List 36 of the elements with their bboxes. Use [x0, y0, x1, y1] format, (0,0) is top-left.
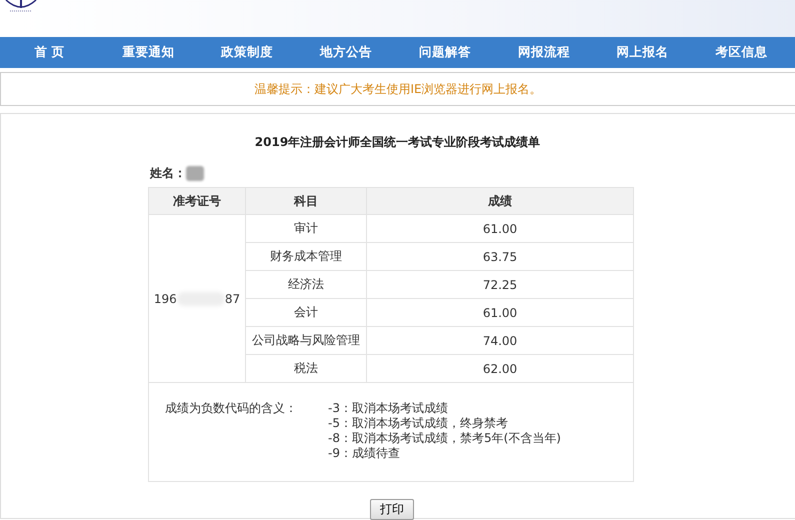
logo-icon: [4, 0, 38, 14]
score-cell: 61.00: [366, 214, 634, 242]
subject-cell: 审计: [246, 214, 366, 242]
subject-cell: 财务成本管理: [246, 242, 366, 270]
nav-link[interactable]: 政策制度: [198, 37, 297, 68]
name-label: 姓名：: [150, 164, 186, 182]
code-meaning: -8：取消本场考试成绩，禁考5年(不含当年): [328, 431, 561, 446]
subject-cell: 会计: [246, 298, 366, 326]
subject-cell: 税法: [246, 354, 366, 382]
id-number: 87: [224, 292, 240, 306]
nav-link[interactable]: 网上报名: [593, 37, 692, 68]
nav-link[interactable]: 考区信息: [692, 37, 791, 68]
subject-cell: 经济法: [246, 270, 366, 298]
nav-link[interactable]: 问题解答: [396, 37, 494, 68]
code-meaning: -5：取消本场考试成绩，终身禁考: [328, 416, 509, 431]
score-cell: 74.00: [366, 326, 634, 354]
notice-text: 温馨提示：建议广大考生使用IE浏览器进行网上报名。: [254, 80, 542, 98]
column-header: 科目: [246, 188, 366, 214]
code-meaning: -9：成绩待查: [328, 446, 401, 461]
print-button[interactable]: 打印: [370, 499, 414, 520]
id-number: 196: [154, 292, 177, 306]
redacted-name: [186, 166, 204, 180]
report-title: 2019年注册会计师全国统一考试专业阶段考试成绩单: [254, 134, 542, 151]
nav-link[interactable]: 网报流程: [494, 37, 594, 68]
nav-link[interactable]: 首 页: [0, 37, 99, 68]
score-cell: 61.00: [366, 298, 634, 326]
column-header: 准考证号: [148, 188, 246, 214]
score-cell: 62.00: [366, 354, 634, 382]
nav-link[interactable]: 地方公告: [296, 37, 396, 68]
column-header: 成绩: [366, 188, 634, 214]
score-cell: 72.25: [366, 270, 634, 298]
score-cell: 63.75: [366, 242, 634, 270]
nav-link[interactable]: 重要通知: [98, 37, 198, 68]
codes-label: 成绩为负数代码的含义：: [165, 401, 298, 417]
code-meaning: -3：取消本场考试成绩: [328, 401, 449, 416]
subject-cell: 公司战略与风险管理: [246, 326, 366, 354]
